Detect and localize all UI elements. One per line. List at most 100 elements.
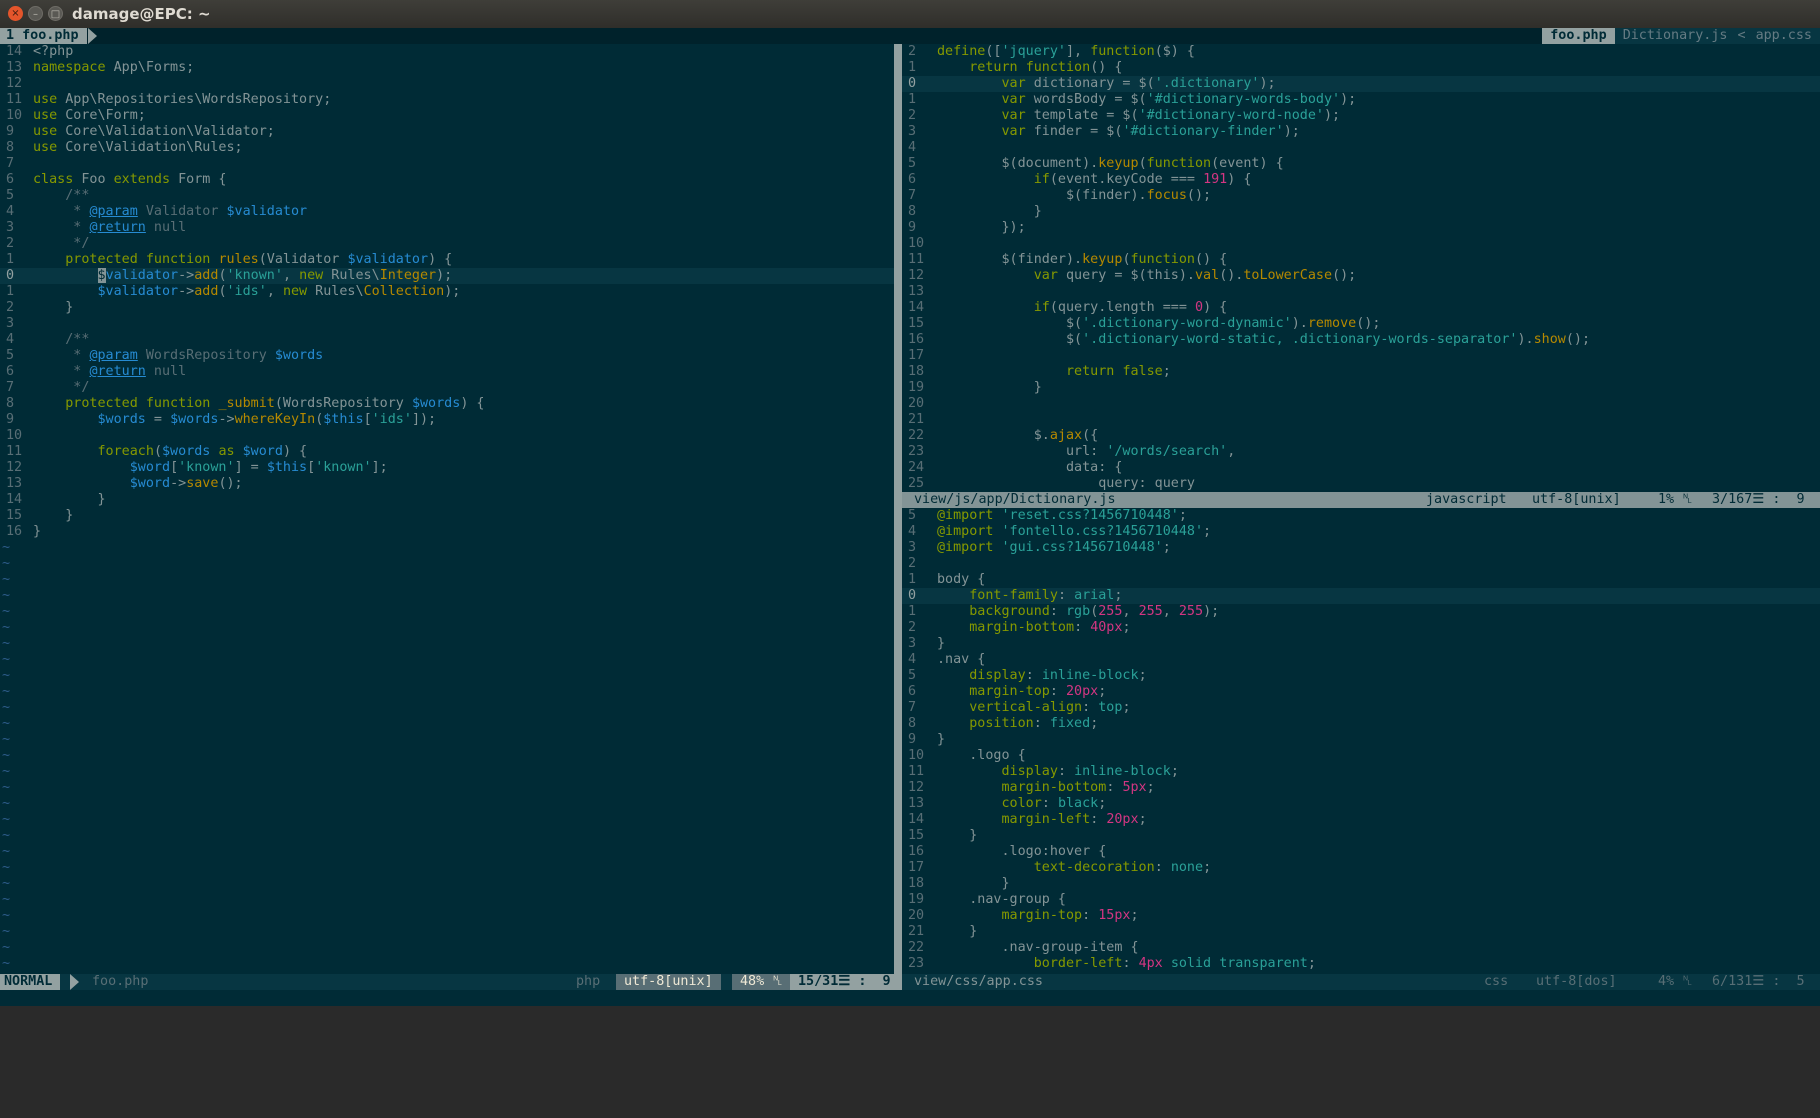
buffer-app-css[interactable]: app.css — [1747, 28, 1820, 44]
js-code-line[interactable]: 21 — [902, 412, 1820, 428]
php-code-line[interactable]: 3 — [0, 316, 894, 332]
js-code-line[interactable]: 22 $.ajax({ — [902, 428, 1820, 444]
php-code-line[interactable]: 5 * @param WordsRepository $words — [0, 348, 894, 364]
buffer-dictionary-js[interactable]: Dictionary.js — [1614, 28, 1736, 44]
js-code-line[interactable]: 23 url: '/words/search', — [902, 444, 1820, 460]
js-code-line[interactable]: 15 $('.dictionary-word-dynamic').remove(… — [902, 316, 1820, 332]
close-window-button[interactable]: × — [8, 6, 23, 21]
php-code-line[interactable]: 16} — [0, 524, 894, 540]
css-code-line[interactable]: 3} — [902, 636, 1820, 652]
php-code-line[interactable]: 12 $word['known'] = $this['known']; — [0, 460, 894, 476]
css-code-line[interactable]: 22 .nav-group-item { — [902, 940, 1820, 956]
js-code-line[interactable]: 18 return false; — [902, 364, 1820, 380]
css-code-line[interactable]: 15 } — [902, 828, 1820, 844]
php-code-line[interactable]: 1 protected function rules(Validator $va… — [0, 252, 894, 268]
js-code-line[interactable]: 9 }); — [902, 220, 1820, 236]
css-code-line[interactable]: 4 .nav { — [902, 652, 1820, 668]
css-code-line[interactable]: 9} — [902, 732, 1820, 748]
css-code-line[interactable]: 7 vertical-align: top; — [902, 700, 1820, 716]
css-code-line[interactable]: 21 } — [902, 924, 1820, 940]
php-code-line[interactable]: 12 — [0, 76, 894, 92]
js-code-line[interactable]: 19 } — [902, 380, 1820, 396]
php-code-line[interactable]: 15 } — [0, 508, 894, 524]
minimize-window-button[interactable]: – — [28, 6, 43, 21]
css-code-line[interactable]: 18 } — [902, 876, 1820, 892]
js-code-line[interactable]: 24 data: { — [902, 460, 1820, 476]
js-code-line[interactable]: 7 $(finder).focus(); — [902, 188, 1820, 204]
php-code-line[interactable]: 4 * @param Validator $validator — [0, 204, 894, 220]
php-code-line[interactable]: 0 $validator->add('known', new Rules\Int… — [0, 268, 894, 284]
css-code-line[interactable]: 11 display: inline-block; — [902, 764, 1820, 780]
editor-pane-php[interactable]: 14 <?php 13 namespace App\Forms; 12 11 use App… — [0, 44, 894, 974]
js-code-line[interactable]: 2 define(['jquery'], function($) { — [902, 44, 1820, 60]
js-code-line[interactable]: 16 $('.dictionary-word-static, .dictiona… — [902, 332, 1820, 348]
terminal-vim[interactable]: 1 foo.php foo.php Dictionary.js < app.cs… — [0, 28, 1820, 1006]
php-code-line[interactable]: 3 * @return null — [0, 220, 894, 236]
js-code-line[interactable]: 13 — [902, 284, 1820, 300]
css-code-line[interactable]: 5 @import 'reset.css?1456710448'; — [902, 508, 1820, 524]
js-code-line[interactable]: 17 — [902, 348, 1820, 364]
css-code-line[interactable]: 16 .logo:hover { — [902, 844, 1820, 860]
php-code-line[interactable]: 6 class Foo extends Form { — [0, 172, 894, 188]
php-code-line[interactable]: 6 * @return null — [0, 364, 894, 380]
css-code-line[interactable]: 0 font-family: arial; — [902, 588, 1820, 604]
css-code-line[interactable]: 4 @import 'fontello.css?1456710448'; — [902, 524, 1820, 540]
js-code-line[interactable]: 12 var query = $(this).val().toLowerCase… — [902, 268, 1820, 284]
js-code-line[interactable]: 4 — [902, 140, 1820, 156]
php-code-line[interactable]: 13 namespace App\Forms; — [0, 60, 894, 76]
php-code-line[interactable]: 10 — [0, 428, 894, 444]
css-code-line[interactable]: 17 text-decoration: none; — [902, 860, 1820, 876]
css-code-line[interactable]: 23 border-left: 4px solid transparent; — [902, 956, 1820, 972]
css-code-line[interactable]: 1 body { — [902, 572, 1820, 588]
php-code-line[interactable]: 13 $word->save(); — [0, 476, 894, 492]
css-code-line[interactable]: 20 margin-top: 15px; — [902, 908, 1820, 924]
css-code-line[interactable]: 12 margin-bottom: 5px; — [902, 780, 1820, 796]
tab-foo-php[interactable]: 1 foo.php — [0, 28, 87, 44]
css-code-line[interactable]: 5 display: inline-block; — [902, 668, 1820, 684]
js-code-line[interactable]: 11 $(finder).keyup(function() { — [902, 252, 1820, 268]
editor-pane-js[interactable]: 2 define(['jquery'], function($) {1 retur… — [902, 44, 1820, 492]
css-code-line[interactable]: 2 — [902, 556, 1820, 572]
php-code-line[interactable]: 11 foreach($words as $word) { — [0, 444, 894, 460]
maximize-window-button[interactable]: □ — [48, 6, 63, 21]
css-code-line[interactable]: 10 .logo { — [902, 748, 1820, 764]
php-code-line[interactable]: 10 use Core\Form; — [0, 108, 894, 124]
php-code-line[interactable]: 9 use Core\Validation\Validator; — [0, 124, 894, 140]
css-code-line[interactable]: 2 margin-bottom: 40px; — [902, 620, 1820, 636]
js-code-line[interactable]: 6 if(event.keyCode === 191) { — [902, 172, 1820, 188]
php-code-line[interactable]: 7 — [0, 156, 894, 172]
vertical-split-divider[interactable] — [894, 44, 902, 990]
js-code-line[interactable]: 20 — [902, 396, 1820, 412]
css-code-line[interactable]: 14 margin-left: 20px; — [902, 812, 1820, 828]
editor-pane-css[interactable]: 5 @import 'reset.css?1456710448'; 4 @import… — [902, 508, 1820, 974]
js-code-line[interactable]: 10 — [902, 236, 1820, 252]
css-code-line[interactable]: 6 margin-top: 20px; — [902, 684, 1820, 700]
css-code-line[interactable]: 3 @import 'gui.css?1456710448'; — [902, 540, 1820, 556]
js-code-line[interactable]: 3 var finder = $('#dictionary-finder'); — [902, 124, 1820, 140]
js-code-line[interactable]: 8 } — [902, 204, 1820, 220]
css-code-line[interactable]: 1 background: rgb(255, 255, 255); — [902, 604, 1820, 620]
php-code-line[interactable]: 2 */ — [0, 236, 894, 252]
php-code-line[interactable]: 9 $words = $words->whereKeyIn($this['ids… — [0, 412, 894, 428]
php-code-line[interactable]: 1 $validator->add('ids', new Rules\Colle… — [0, 284, 894, 300]
css-code-line[interactable]: 13 color: black; — [902, 796, 1820, 812]
js-code-line[interactable]: 1 return function() { — [902, 60, 1820, 76]
css-code-line[interactable]: 19 .nav-group { — [902, 892, 1820, 908]
php-code-line[interactable]: 8 protected function _submit(WordsReposi… — [0, 396, 894, 412]
js-code-line[interactable]: 0 var dictionary = $('.dictionary'); — [902, 76, 1820, 92]
buffer-foo-php[interactable]: foo.php — [1542, 28, 1615, 44]
js-code-line[interactable]: 2 var template = $('#dictionary-word-nod… — [902, 108, 1820, 124]
css-code-line[interactable]: 8 position: fixed; — [902, 716, 1820, 732]
php-code-line[interactable]: 7 */ — [0, 380, 894, 396]
php-code-line[interactable]: 5 /** — [0, 188, 894, 204]
js-code-line[interactable]: 1 var wordsBody = $('#dictionary-words-b… — [902, 92, 1820, 108]
js-code-line[interactable]: 25 query: query — [902, 476, 1820, 492]
php-code-line[interactable]: 11 use App\Repositories\WordsRepository; — [0, 92, 894, 108]
php-code-line[interactable]: 8 use Core\Validation\Rules; — [0, 140, 894, 156]
js-code-line[interactable]: 5 $(document).keyup(function(event) { — [902, 156, 1820, 172]
js-code-line[interactable]: 14 if(query.length === 0) { — [902, 300, 1820, 316]
php-code-line[interactable]: 2 } — [0, 300, 894, 316]
php-code-line[interactable]: 14 <?php — [0, 44, 894, 60]
php-code-line[interactable]: 4 /** — [0, 332, 894, 348]
php-code-line[interactable]: 14 } — [0, 492, 894, 508]
